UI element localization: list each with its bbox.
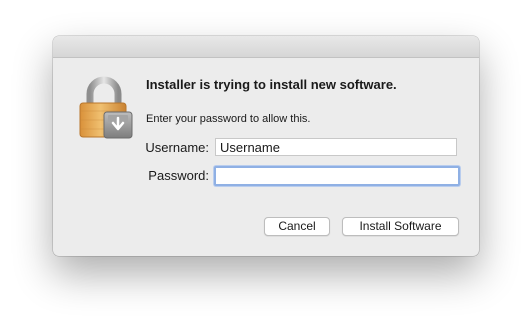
install-software-button[interactable]: Install Software: [342, 217, 459, 236]
lock-installer-icon: [78, 76, 134, 140]
password-field[interactable]: [214, 166, 460, 186]
username-field[interactable]: [215, 138, 457, 156]
dialog-subtitle: Enter your password to allow this.: [146, 113, 311, 125]
authentication-dialog: Installer is trying to install new softw…: [53, 36, 479, 256]
cancel-button[interactable]: Cancel: [264, 217, 330, 236]
username-label: Username:: [145, 140, 209, 155]
dialog-titlebar[interactable]: [53, 36, 479, 58]
password-label: Password:: [148, 168, 209, 183]
dialog-title: Installer is trying to install new softw…: [146, 77, 397, 92]
